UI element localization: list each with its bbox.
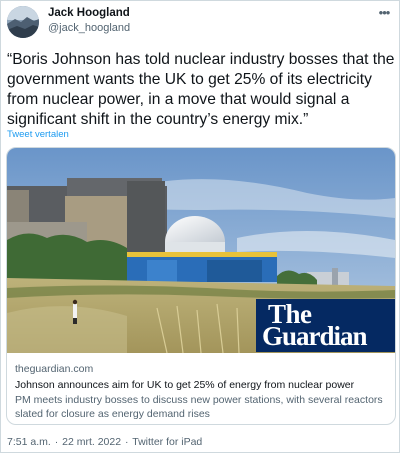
tweet-text: “Boris Johnson has told nuclear industry… [7, 51, 395, 128]
avatar-image [7, 6, 39, 38]
guardian-logo-line2: Guardian [262, 321, 368, 351]
translate-tweet-link[interactable]: Tweet vertalen [7, 129, 69, 140]
link-card[interactable]: The Guardian theguardian.com Johnson ann… [6, 147, 396, 425]
card-title: Johnson announces aim for UK to get 25% … [15, 379, 355, 391]
author-name[interactable]: Jack Hoogland [48, 7, 130, 19]
card-description: PM meets industry bosses to discuss new … [15, 394, 383, 420]
tweet-time[interactable]: 7:51 a.m. [7, 436, 51, 448]
card-domain: theguardian.com [15, 363, 94, 375]
tweet-date[interactable]: 22 mrt. 2022 [62, 436, 121, 448]
more-horizontal-icon[interactable]: ••• [375, 6, 393, 20]
guardian-logo: The Guardian [256, 299, 395, 352]
tweet-source[interactable]: Twitter for iPad [132, 436, 202, 448]
tweet-meta: 7:51 a.m. · 22 mrt. 2022 · Twitter for i… [7, 436, 202, 448]
meta-separator: · [125, 436, 129, 448]
card-text[interactable]: theguardian.com Johnson announces aim fo… [15, 362, 389, 421]
author-handle[interactable]: @jack_hoogland [48, 22, 130, 34]
card-image[interactable]: The Guardian [7, 148, 395, 353]
meta-separator: · [54, 436, 59, 448]
avatar[interactable] [7, 6, 39, 38]
tweet-container: Jack Hoogland @jack_hoogland ••• “Boris … [0, 0, 400, 453]
tweet-header: Jack Hoogland @jack_hoogland ••• [1, 1, 399, 41]
